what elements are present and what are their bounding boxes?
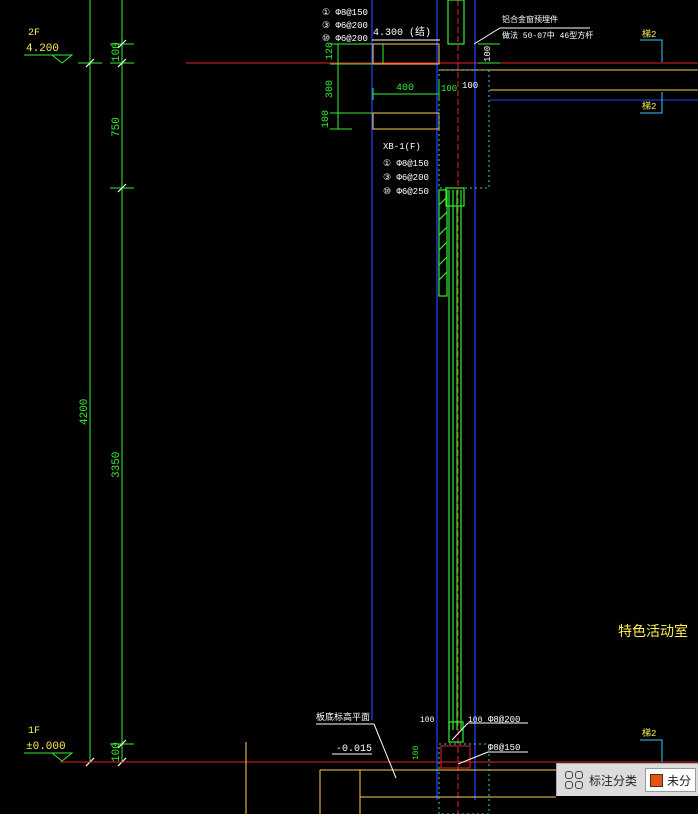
xb-rebar-1: ① Φ8@150: [383, 159, 429, 169]
label-mid: 梯2: [642, 100, 656, 112]
unclassified-chip[interactable]: 未分: [645, 768, 697, 792]
level-marker-2f: 2F 4.200: [24, 28, 74, 64]
wall-outlines: [371, 0, 476, 800]
level-marker-1f: 1F ±0.000: [24, 726, 74, 762]
note-line-2: 做法 50-07中 46型方杆: [502, 30, 593, 41]
room-name: 特色活动室: [618, 623, 688, 641]
dim-120: 120: [325, 42, 336, 60]
dim-300: 300: [325, 80, 336, 98]
dimension-texts: 4200 100 750 3350 100: [79, 42, 123, 762]
rebar-top-3: ⑩ Φ6@200: [322, 34, 368, 44]
color-swatch-icon: [650, 773, 664, 787]
window-embed-note: 铝合金窗预埋件 做法 50-07中 46型方杆 100: [473, 14, 593, 64]
xb-rebar-notes: XB-1(F) ① Φ8@150 ③ Φ6@200 ⑩ Φ6@250: [383, 142, 429, 197]
dim-4200: 4200: [79, 399, 91, 425]
right-label-brackets: [640, 39, 663, 762]
dim-base-100b: 100: [420, 716, 435, 725]
beam-section: [372, 0, 698, 814]
level-2f-value: 4.200: [26, 43, 59, 55]
level-2f-name: 2F: [28, 28, 40, 39]
dim-3350: 3350: [111, 452, 123, 478]
xb-title: XB-1(F): [383, 142, 421, 152]
xb-rebar-2: ③ Φ6@200: [383, 173, 429, 183]
beam-dimensions: [330, 43, 440, 130]
cad-drawing-viewport[interactable]: 2F 4.200 1F ±0.000 4200 100 750 3350 100: [0, 0, 698, 814]
base-texts: 板底标高平面 -0.015 100 100 Φ8@200 Φ8@150 100: [316, 711, 520, 760]
dim-wall-100: 100: [441, 84, 457, 94]
rebar-top-1: ① Φ8@150: [322, 8, 368, 18]
dim-top-100: 100: [111, 42, 123, 62]
beam-dimension-texts: 120 300 100 400 100 100: [321, 42, 478, 128]
dim-bottom-100: 100: [111, 742, 123, 762]
dim-wall-100b: 100: [462, 81, 478, 91]
floor-lines: [60, 62, 698, 763]
label-lower: 梯2: [642, 727, 656, 739]
dim-beam-100: 100: [321, 110, 332, 128]
level-1f-name: 1F: [28, 726, 40, 737]
category-label[interactable]: 标注分类: [589, 772, 637, 789]
label-upper: 梯2: [642, 28, 656, 40]
dimension-ticks: [85, 39, 127, 767]
dim-right-100: 100: [483, 46, 493, 62]
level-1f-value: ±0.000: [26, 741, 66, 753]
base-detail: [245, 722, 556, 814]
rebar-notes-top: ① Φ8@150 ③ Φ6@200 ⑩ Φ6@200: [322, 8, 368, 44]
dim-base-100c: 100: [468, 716, 483, 725]
window-frame: [438, 0, 465, 743]
cad-canvas: 2F 4.200 1F ±0.000 4200 100 750 3350 100: [24, 0, 698, 814]
base-rebar-1: Φ8@200: [488, 715, 520, 725]
note-line-1: 铝合金窗预埋件: [502, 14, 558, 25]
plinth-label: 板底标高平面: [316, 711, 370, 723]
left-dimension-chain: [78, 0, 134, 763]
grid-layout-icon[interactable]: [565, 771, 583, 789]
dim-400: 400: [396, 83, 414, 94]
xb-rebar-3: ⑩ Φ6@250: [383, 187, 429, 197]
plinth-value: -0.015: [336, 744, 372, 755]
dim-750: 750: [111, 117, 123, 137]
slab-elevation-label: 4.300 (结): [373, 25, 431, 39]
status-bar: 标注分类 未分: [556, 763, 698, 796]
base-rebar-2: Φ8@150: [488, 743, 520, 753]
chip-label: 未分: [667, 773, 692, 788]
rebar-top-2: ③ Φ6@200: [322, 21, 368, 31]
dim-base-100a: 100: [412, 745, 421, 760]
